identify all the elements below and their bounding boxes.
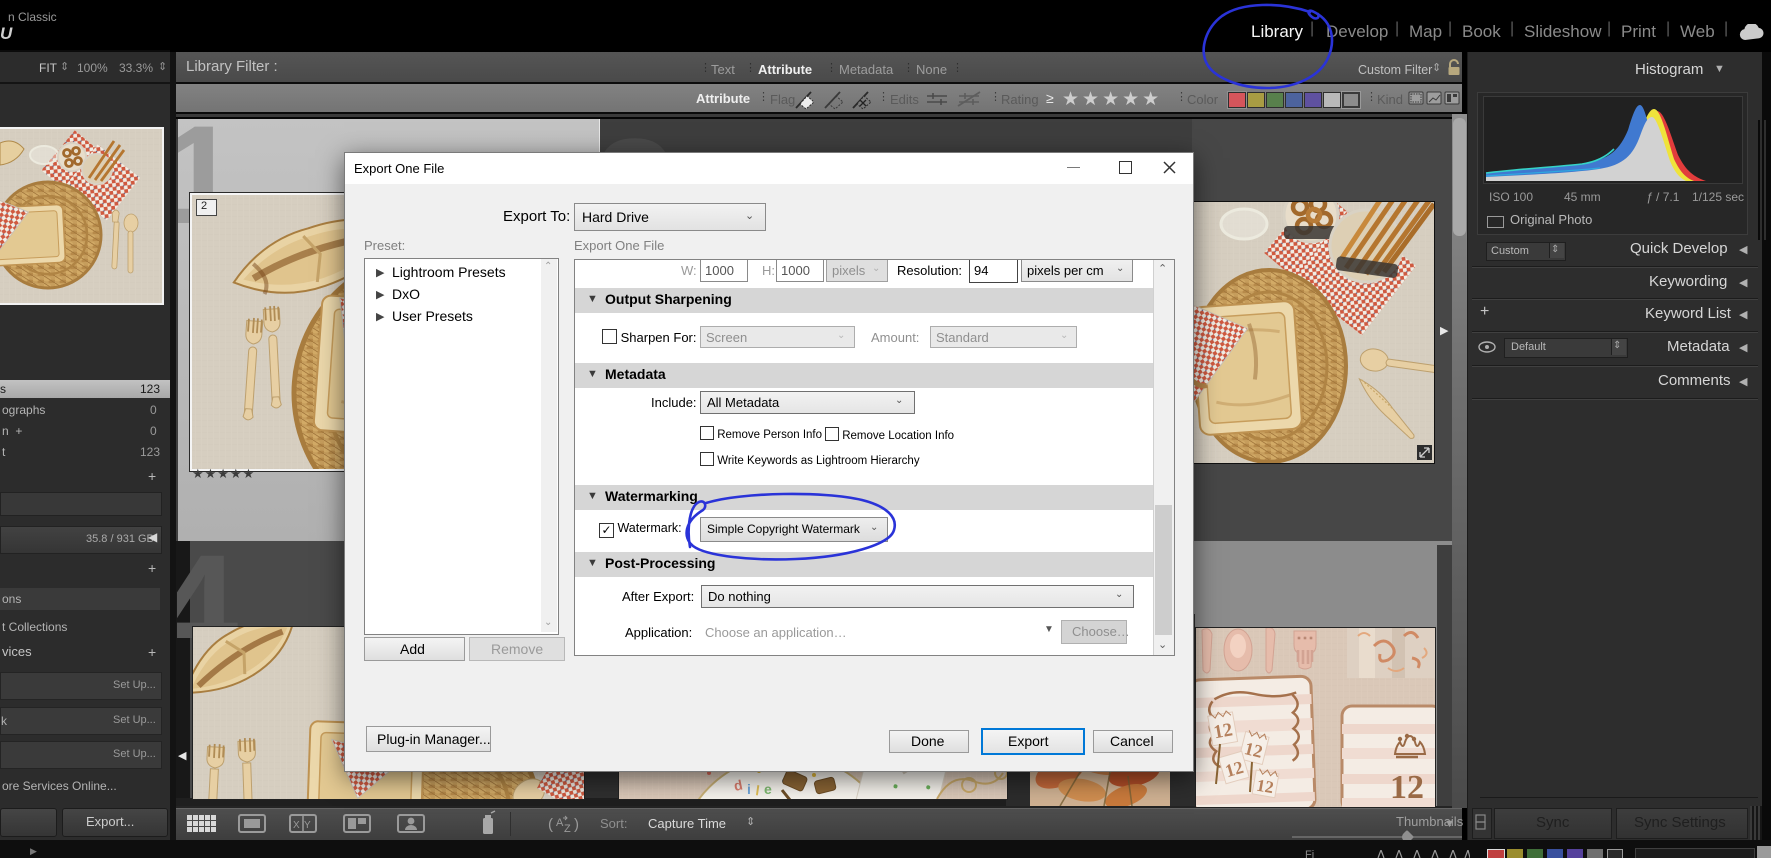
- svg-text:(: (: [548, 816, 553, 833]
- svg-text:A: A: [556, 817, 564, 829]
- svg-text:12: 12: [1212, 719, 1234, 743]
- svg-text:i: i: [747, 781, 751, 797]
- svg-text:e: e: [764, 781, 772, 797]
- svg-text:Y: Y: [304, 820, 311, 831]
- svg-text:): ): [574, 816, 579, 833]
- svg-text:Z: Z: [564, 823, 571, 835]
- svg-text:12: 12: [1390, 769, 1424, 806]
- svg-text:X: X: [293, 820, 300, 831]
- svg-text:12: 12: [1255, 776, 1275, 798]
